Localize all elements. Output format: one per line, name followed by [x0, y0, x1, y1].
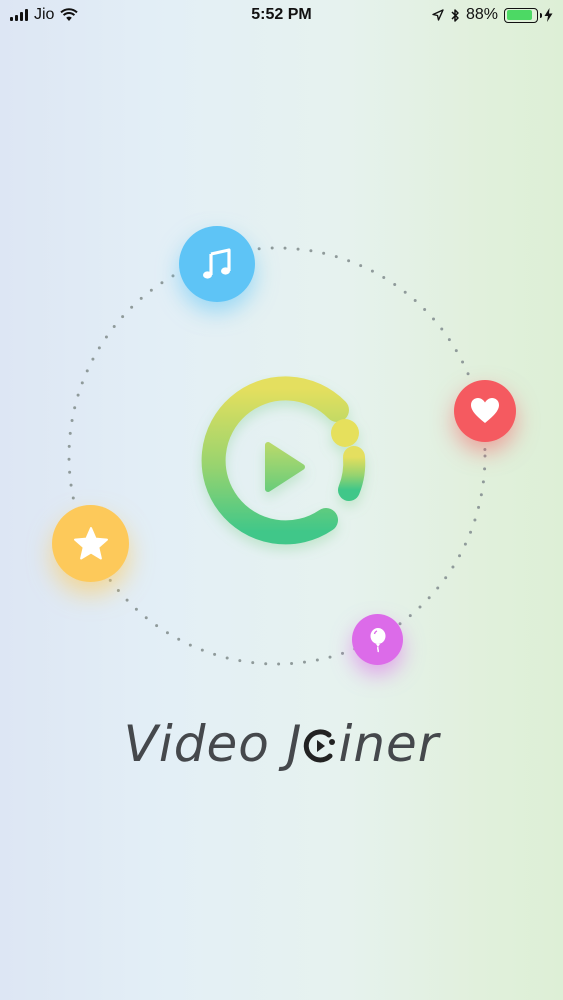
- balloon-icon: [370, 627, 385, 652]
- app-title-part-1: Video J: [123, 715, 303, 773]
- star-icon: [73, 526, 108, 559]
- music-bubble: [179, 226, 255, 302]
- star-bubble: [52, 505, 129, 582]
- title-play-o-icon: [303, 729, 337, 763]
- heart-bubble: [454, 380, 516, 442]
- app-title-part-2: iner: [338, 715, 440, 773]
- play-icon: [265, 442, 305, 492]
- app-logo: [201, 376, 366, 545]
- balloon-bubble: [352, 614, 403, 665]
- music-note-icon: [203, 248, 231, 279]
- app-title: Video J iner: [0, 715, 563, 785]
- heart-icon: [471, 398, 499, 423]
